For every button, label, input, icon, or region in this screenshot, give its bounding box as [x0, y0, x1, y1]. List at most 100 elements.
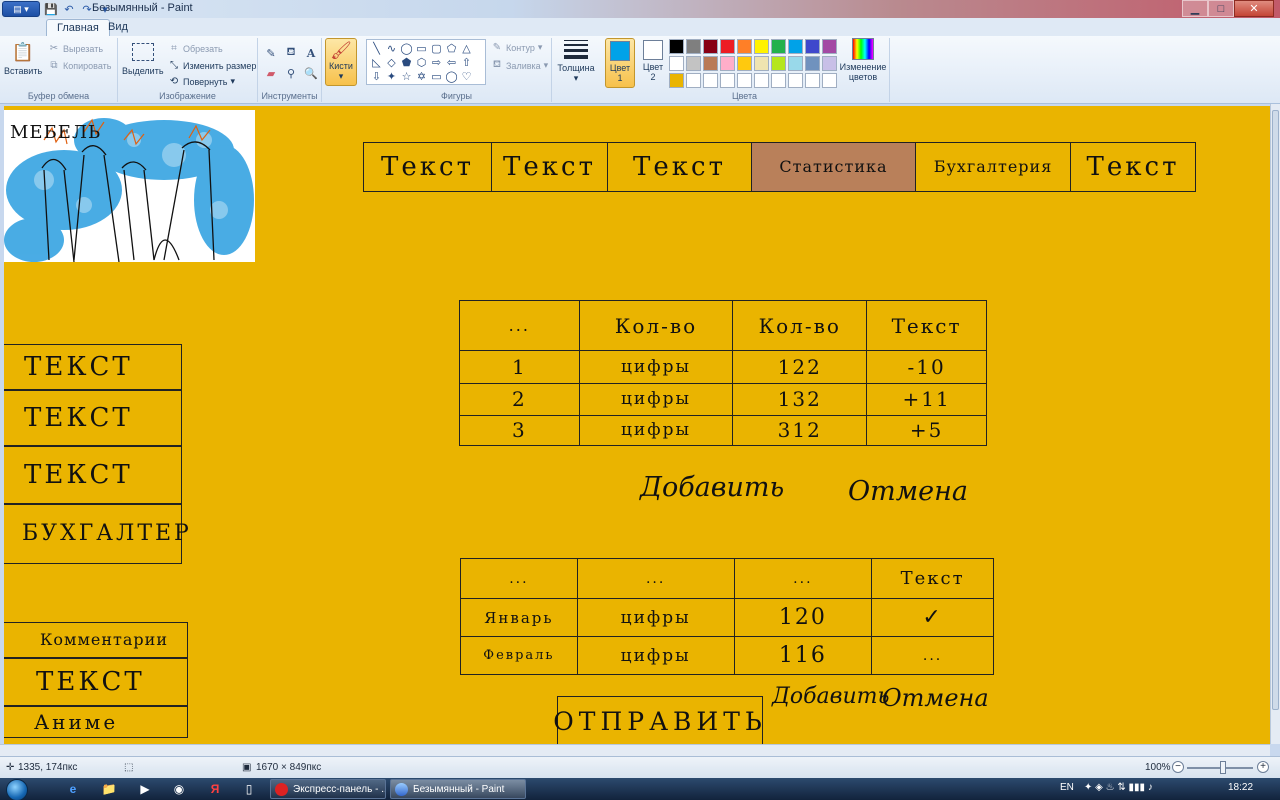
task-paint[interactable]: Безымянный - Paint — [390, 779, 526, 799]
arrow-up-shape-icon[interactable]: ⇧ — [462, 56, 471, 69]
paste-button[interactable]: 📋 Вставить — [4, 40, 42, 77]
rounded-rect-shape-icon[interactable]: ▢ — [431, 42, 441, 55]
side-menu-item-1[interactable]: ТЕКСТ — [4, 344, 182, 390]
chrome-icon[interactable]: ◉ — [170, 781, 188, 797]
fill-bucket-icon[interactable]: ⛾ — [282, 44, 300, 62]
table2-add-link[interactable]: Добавить — [772, 684, 890, 709]
select-button[interactable]: Выделить — [122, 40, 164, 76]
palette-swatch[interactable] — [703, 73, 718, 88]
start-button[interactable] — [6, 779, 28, 800]
zoom-out-button[interactable]: − — [1172, 761, 1184, 773]
rectangle-shape-icon[interactable]: ▭ — [416, 42, 426, 55]
tray-icons[interactable]: ✦ ◈ ♨ ⇅ ▮▮▮ ♪ — [1084, 782, 1153, 793]
palette-swatch[interactable] — [754, 73, 769, 88]
ie-icon[interactable]: e — [64, 781, 82, 797]
save-icon[interactable]: 💾 — [44, 2, 58, 16]
nav-item-accounting[interactable]: Бухгалтерия — [915, 142, 1070, 192]
star5-shape-icon[interactable]: ☆ — [402, 70, 412, 83]
paint-menu-button[interactable]: ▤ ▾ — [2, 1, 40, 17]
color2-button[interactable]: Цвет 2 — [638, 38, 668, 88]
palette-swatch[interactable] — [669, 39, 684, 54]
yandex-icon[interactable]: Я — [206, 781, 224, 797]
shapes-gallery[interactable]: ╲ ∿ ◯ ▭ ▢ ⬠ △ ◺ ◇ ⬟ ⬡ ⇨ ⇦ ⇧ ⇩ ✦ ☆ ✡ ▭ ◯ ♡ — [366, 39, 486, 85]
palette-swatch[interactable] — [771, 56, 786, 71]
palette-swatch[interactable] — [788, 39, 803, 54]
palette-swatch[interactable] — [720, 73, 735, 88]
palette-swatch[interactable] — [822, 39, 837, 54]
palette-swatch[interactable] — [669, 73, 684, 88]
palette-swatch[interactable] — [686, 73, 701, 88]
brushes-button[interactable]: 🖌 Кисти ▾ — [325, 38, 357, 86]
palette-swatch[interactable] — [822, 73, 837, 88]
palette-swatch[interactable] — [822, 56, 837, 71]
maximize-button[interactable]: □ — [1208, 0, 1234, 17]
zoom-slider-thumb[interactable] — [1220, 761, 1226, 774]
close-button[interactable]: ✕ — [1234, 0, 1274, 17]
curve-shape-icon[interactable]: ∿ — [387, 42, 396, 55]
table1-add-link[interactable]: Добавить — [640, 472, 784, 503]
undo-icon[interactable]: ↶ — [62, 2, 76, 16]
side-menu-item-anime[interactable]: Аниме — [4, 706, 188, 738]
palette-swatch[interactable] — [720, 39, 735, 54]
vertical-scrollbar[interactable] — [1270, 104, 1280, 744]
color-picker-icon[interactable]: ⚲ — [282, 64, 300, 82]
diamond-shape-icon[interactable]: ◇ — [387, 56, 395, 69]
palette-swatch[interactable] — [771, 39, 786, 54]
cut-button[interactable]: ✂ Вырезать — [48, 43, 103, 54]
document-icon[interactable]: ▯ — [240, 781, 258, 797]
text-tool-icon[interactable]: A — [302, 44, 320, 62]
arrow-right-shape-icon[interactable]: ⇨ — [432, 56, 441, 69]
palette-swatch[interactable] — [703, 56, 718, 71]
callout-rect-shape-icon[interactable]: ▭ — [431, 70, 441, 83]
magnifier-icon[interactable]: 🔍 — [302, 64, 320, 82]
nav-item-text-3[interactable]: Текст — [607, 142, 751, 192]
palette-swatch[interactable] — [805, 56, 820, 71]
nav-item-statistics[interactable]: Статистика — [751, 142, 915, 192]
copy-button[interactable]: ⧉ Копировать — [48, 60, 111, 71]
palette-swatch[interactable] — [737, 39, 752, 54]
submit-button[interactable]: ОТПРАВИТЬ — [553, 696, 763, 744]
fill-button[interactable]: ⛾ Заливка ▾ — [491, 59, 548, 72]
palette-swatch[interactable] — [754, 39, 769, 54]
explorer-icon[interactable]: 📁 — [100, 781, 118, 797]
drawing-canvas[interactable]: МЕБЕЛЬ Текст Текст Текст Статистика Бухг… — [4, 106, 1270, 744]
oval-shape-icon[interactable]: ◯ — [400, 42, 412, 55]
palette-swatch[interactable] — [669, 56, 684, 71]
color1-button[interactable]: Цвет 1 — [605, 38, 635, 88]
palette-swatch[interactable] — [686, 39, 701, 54]
zoom-in-button[interactable]: + — [1257, 761, 1269, 773]
table1-cancel-link[interactable]: Отмена — [848, 476, 968, 507]
clock[interactable]: 18:22 — [1228, 782, 1253, 793]
side-menu-item-accountant[interactable]: БУХГАЛТЕР — [4, 504, 189, 564]
palette-swatch[interactable] — [737, 73, 752, 88]
star4-shape-icon[interactable]: ✦ — [387, 70, 396, 83]
table2-cancel-link[interactable]: Отмена — [882, 684, 989, 712]
vertical-scroll-thumb[interactable] — [1272, 110, 1279, 710]
outline-button[interactable]: ✎ Контур ▾ — [491, 42, 543, 53]
arrow-left-shape-icon[interactable]: ⇦ — [447, 56, 456, 69]
palette-swatch[interactable] — [788, 73, 803, 88]
palette-swatch[interactable] — [805, 39, 820, 54]
heart-shape-icon[interactable]: ♡ — [462, 70, 472, 83]
side-menu-item-2[interactable]: ТЕКСТ — [4, 390, 182, 446]
line-shape-icon[interactable]: ╲ — [373, 42, 380, 55]
triangle-shape-icon[interactable]: △ — [462, 42, 470, 55]
hexagon-shape-icon[interactable]: ⬡ — [417, 56, 427, 69]
right-triangle-shape-icon[interactable]: ◺ — [372, 56, 380, 69]
task-opera-speed-dial[interactable]: Экспресс-панель - ... — [270, 779, 386, 799]
size-button[interactable]: Толщина ▾ — [556, 40, 596, 84]
crop-button[interactable]: ⌗ Обрезать — [168, 43, 223, 54]
palette-swatch[interactable] — [788, 56, 803, 71]
horizontal-scrollbar[interactable] — [0, 744, 1270, 756]
nav-item-text-6[interactable]: Текст — [1070, 142, 1196, 192]
eraser-icon[interactable]: ▰ — [262, 64, 280, 82]
side-menu-item-3[interactable]: ТЕКСТ — [4, 446, 182, 504]
palette-swatch[interactable] — [737, 56, 752, 71]
arrow-down-shape-icon[interactable]: ⇩ — [372, 70, 381, 83]
side-menu-item-text[interactable]: ТЕКСТ — [4, 658, 188, 706]
resize-button[interactable]: ⤡ Изменить размер — [168, 60, 256, 71]
minimize-button[interactable]: ▁ — [1182, 0, 1208, 17]
pencil-icon[interactable]: ✎ — [262, 44, 280, 62]
palette-swatch[interactable] — [703, 39, 718, 54]
palette-swatch[interactable] — [754, 56, 769, 71]
